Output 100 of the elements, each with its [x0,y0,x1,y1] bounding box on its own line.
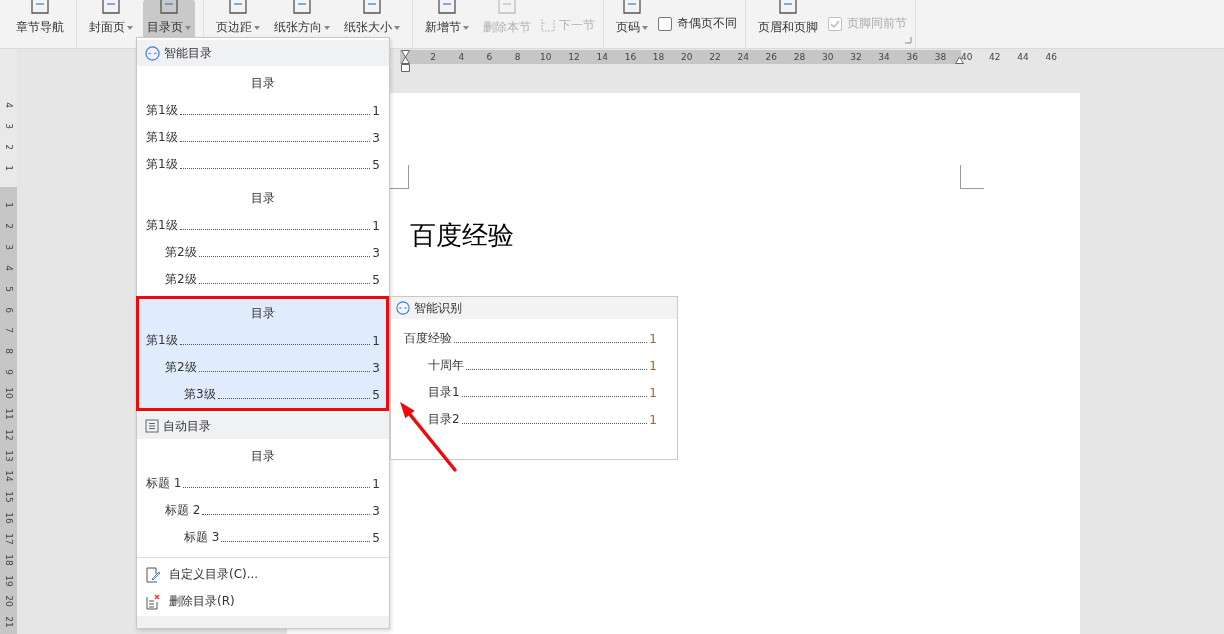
checkbox-label: 页脚同前节 [847,15,907,32]
ruler-number: 21 [3,616,14,628]
toolbar-button[interactable]: 封面页 [85,0,137,48]
toolbar-button[interactable]: 页码 [612,0,652,48]
ruler-number: 20 [681,52,693,62]
toc-preset[interactable]: 目录 标题 1 1 标题 2 3 标题 3 5 [137,439,389,554]
ruler-number: 8 [3,348,14,355]
page-number: 1 [372,476,380,491]
preset-title: 目录 [251,190,275,207]
ruler-number: 4 [458,52,465,62]
entry-text: 标题 3 [184,529,220,546]
ruler-number: 2 [430,52,436,62]
ruler-number: 46 [1045,52,1057,62]
ruler-number: 10 [3,387,14,399]
ruler-number: 11 [3,408,14,420]
ruler-number: 1 [3,202,14,209]
page-number: 1 [372,333,380,348]
page-icon [29,0,51,15]
page-number: 3 [372,503,380,518]
ruler-number: 30 [822,52,834,62]
page-icon [436,0,458,15]
page-number: 1 [649,331,657,346]
toolbar-button[interactable]: 页边距 [212,0,264,48]
menu-item[interactable]: 删除目录(R) [137,588,389,615]
ruler-number: 10 [540,52,552,62]
panel-title: 智能识别 [414,299,462,317]
ruler-number: 34 [878,52,890,62]
entry-text: 标题 1 [146,475,182,492]
menu-item[interactable]: 自定义目录(C)... [137,561,389,588]
preset-title: 目录 [251,448,275,465]
entry-text: 目录1 [428,384,460,401]
list-icon [145,419,159,433]
corner-mark [960,165,984,189]
checkbox[interactable] [658,16,672,31]
ruler-number: 28 [793,52,806,62]
page-icon [158,0,180,15]
ruler-number: 16 [624,52,637,62]
entry-text: 目录2 [428,411,460,428]
ruler-number: 22 [709,52,721,62]
ruler-number: 19 [3,574,14,587]
section-icon [541,19,555,32]
ruler-number: 9 [3,369,14,376]
toc-preset[interactable]: 目录 第1级 1 第2级 3 第3级 5 [137,296,389,411]
indent-marker-icon[interactable] [401,50,410,72]
preset-title: 目录 [251,305,275,322]
ruler-number: 16 [3,512,14,524]
face-icon [396,301,410,315]
page-number: 1 [372,218,380,233]
page-icon [361,0,383,15]
toc-preset[interactable]: 目录 第1级 1 第1级 3 第1级 5 [137,66,389,181]
ruler-number: 12 [3,429,14,441]
ruler-number: 15 [3,491,14,503]
ruler-number: 2 [3,144,14,150]
ruler-number: 26 [765,52,778,62]
ruler-number: 42 [989,52,1001,62]
page-number: 1 [649,412,657,427]
ruler-number: 1 [3,165,14,171]
delete-icon [145,593,161,610]
page-number: 1 [649,358,657,373]
entry-text: 第2级 [165,271,197,288]
ruler-number: 32 [850,52,862,62]
ruler-number: 6 [3,306,14,313]
toolbar-button[interactable]: 页眉和页脚 [754,0,822,48]
ruler-number: 4 [3,102,14,109]
entry-text: 标题 2 [165,502,201,519]
checkbox-label: 奇偶页不同 [677,15,737,32]
entry-text: 第1级 [146,102,178,119]
entry-text: 百度经验 [404,330,452,347]
ruler-number: 24 [737,52,749,62]
page-number: 5 [372,530,380,545]
page-icon [621,0,643,15]
ruler-number: 4 [3,265,14,271]
page-icon [100,0,122,15]
ruler-number: 18 [3,554,14,566]
page-icon [496,0,518,15]
entry-text: 第1级 [146,332,178,349]
page-icon [291,0,313,15]
page-number: 1 [372,103,380,118]
ruler-number: 13 [3,449,14,462]
ruler-number: 2 [3,223,14,230]
ruler-number: 38 [934,52,947,62]
ruler-number: 36 [906,52,918,62]
ruler-number: 8 [514,52,521,62]
page-number: 5 [372,272,380,287]
ruler-number: 6 [486,52,493,62]
document-heading: 百度经验 [410,219,515,252]
toolbar-button[interactable]: 纸张大小 [340,0,404,48]
toolbar-button[interactable]: 章节导航 [12,0,68,48]
preset-title: 目录 [251,75,275,92]
face-icon [145,45,160,61]
ruler-number: 3 [3,123,14,130]
ruler-number: 18 [652,52,665,62]
toolbar-button[interactable]: 新增节 [421,0,473,48]
ruler-number: 5 [3,285,14,292]
ruler-number: 14 [3,470,14,483]
toc-preset[interactable]: 目录 第1级 1 第2级 3 第2级 5 [137,181,389,296]
entry-text: 第2级 [165,359,197,376]
toolbar-button[interactable]: 纸张方向 [270,0,334,48]
ruler-number: 40 [960,52,973,62]
ruler-number: 14 [596,52,608,62]
